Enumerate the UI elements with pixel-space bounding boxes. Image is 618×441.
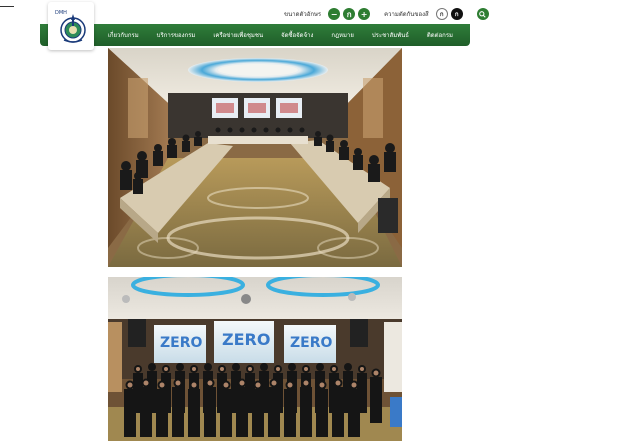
department-logo-icon: DMH bbox=[55, 10, 86, 43]
svg-text:ZERO: ZERO bbox=[222, 330, 270, 349]
group-photo: ZERO ZERO ZERO bbox=[108, 277, 402, 441]
font-size-label: ขนาดตัวอักษร bbox=[284, 11, 322, 18]
svg-text:ZERO: ZERO bbox=[290, 335, 332, 351]
page: ขนาดตัวอักษร − ก + ความตัดกันของสี ก ก เ… bbox=[0, 0, 618, 441]
normal-font-button[interactable]: ก bbox=[343, 8, 356, 20]
nav-item-procurement[interactable]: จัดซื้อจัดจ้าง bbox=[272, 30, 322, 40]
nav-item-about[interactable]: เกี่ยวกับกรม bbox=[99, 30, 148, 40]
meeting-room-photo bbox=[108, 48, 402, 267]
contrast-high-button[interactable]: ก bbox=[450, 8, 463, 20]
nav-item-contact[interactable]: ติดต่อกรม bbox=[418, 30, 462, 40]
decrease-font-button[interactable]: − bbox=[328, 8, 341, 20]
contrast-normal-button[interactable]: ก bbox=[435, 8, 448, 20]
nav-item-law[interactable]: กฎหมาย bbox=[322, 30, 362, 40]
search-button[interactable] bbox=[476, 8, 489, 20]
divider bbox=[0, 6, 14, 7]
search-icon bbox=[479, 10, 486, 18]
nav-item-news[interactable]: ประชาสัมพันธ์ bbox=[363, 30, 418, 40]
nav-item-services[interactable]: บริการของกรม bbox=[148, 30, 205, 40]
nav-item-network[interactable]: เครือข่ายเพื่อชุมชน bbox=[204, 30, 272, 40]
increase-font-button[interactable]: + bbox=[358, 8, 371, 20]
accessibility-bar: ขนาดตัวอักษร − ก + ความตัดกันของสี ก ก bbox=[284, 6, 489, 22]
svg-text:ZERO: ZERO bbox=[160, 335, 202, 351]
logo-text: DMH bbox=[55, 10, 67, 16]
logo-link[interactable]: DMH bbox=[48, 2, 94, 50]
main-navbar: เกี่ยวกับกรม บริการของกรม เครือข่ายเพื่อ… bbox=[40, 24, 470, 46]
contrast-label: ความตัดกันของสี bbox=[384, 11, 429, 18]
